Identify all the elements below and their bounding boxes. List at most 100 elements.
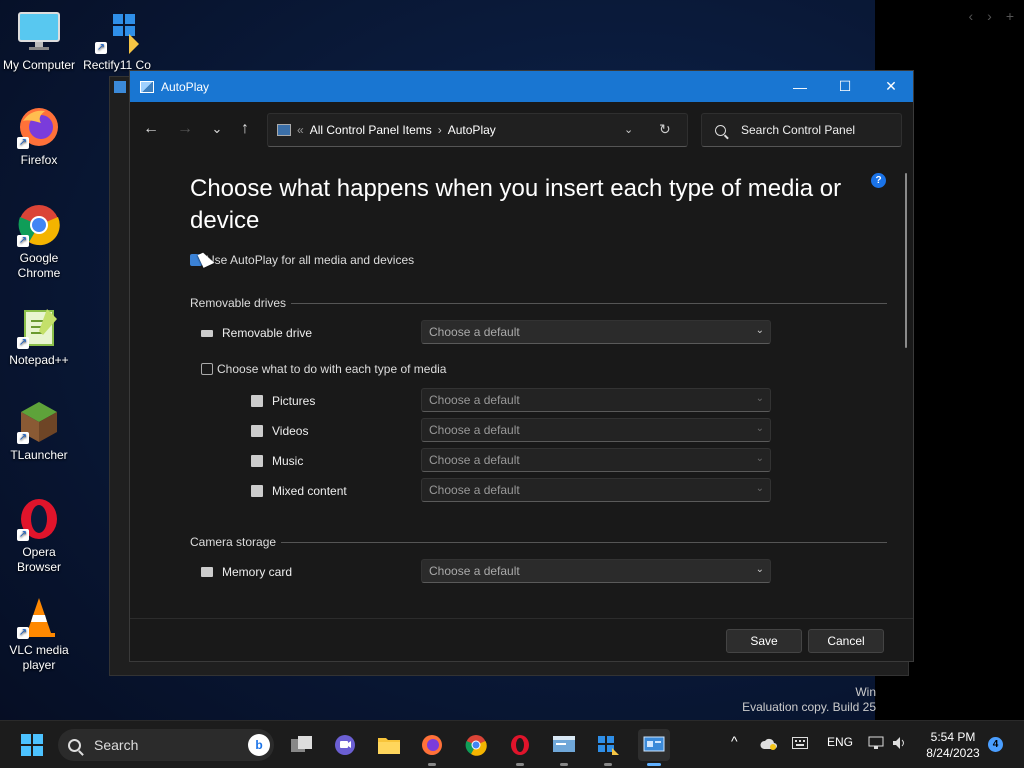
up-arrow-icon[interactable]: ↑ bbox=[234, 118, 256, 140]
taskbar-control-panel[interactable] bbox=[638, 729, 670, 766]
control-panel-icon bbox=[140, 80, 154, 93]
task-view-button[interactable] bbox=[288, 731, 316, 759]
memory-card-row: Memory card bbox=[201, 565, 292, 579]
recent-locations-icon[interactable]: ⌄ bbox=[206, 118, 228, 140]
back-arrow-icon[interactable]: ← bbox=[140, 118, 162, 140]
chevron-down-icon: ⌄ bbox=[755, 453, 764, 464]
start-button[interactable] bbox=[18, 731, 46, 759]
music-select[interactable]: Choose a default ⌄ bbox=[421, 448, 771, 472]
search-placeholder: Search Control Panel bbox=[741, 123, 856, 137]
desktop-icon-label: Firefox bbox=[20, 153, 58, 167]
videos-icon bbox=[251, 425, 263, 437]
pictures-select[interactable]: Choose a default ⌄ bbox=[421, 388, 771, 412]
strip-forward-icon[interactable]: › bbox=[987, 8, 992, 24]
per-media-checkbox[interactable] bbox=[201, 363, 213, 375]
vertical-scrollbar[interactable] bbox=[905, 173, 907, 348]
select-value: Choose a default bbox=[429, 453, 520, 467]
use-autoplay-label: Use AutoPlay for all media and devices bbox=[206, 253, 415, 267]
desktop-icon-firefox[interactable]: ↗ Firefox bbox=[0, 105, 78, 168]
desktop-icon-label: My Computer bbox=[2, 58, 76, 72]
taskbar-search-label: Search bbox=[94, 737, 139, 753]
volume-icon[interactable] bbox=[892, 736, 908, 753]
forward-arrow-icon[interactable]: → bbox=[174, 118, 196, 140]
removable-drive-select[interactable]: Choose a default ⌄ bbox=[421, 320, 771, 344]
select-value: Choose a default bbox=[429, 483, 520, 497]
select-value: Choose a default bbox=[429, 564, 520, 578]
firefox-icon bbox=[422, 735, 442, 755]
dialog-footer: Save Cancel bbox=[130, 618, 913, 661]
taskbar-rectify11[interactable] bbox=[594, 731, 622, 766]
desktop-icon-label: Opera Browser bbox=[16, 545, 61, 574]
desktop-icon-rectify11[interactable]: ↗ Rectify11 Co bbox=[78, 10, 156, 73]
address-bar[interactable]: « All Control Panel Items › AutoPlay ⌄ ↻ bbox=[267, 113, 688, 147]
chevron-down-icon: ⌄ bbox=[755, 423, 764, 434]
opera-icon: ↗ bbox=[17, 497, 61, 541]
breadcrumb-all-items[interactable]: All Control Panel Items bbox=[310, 123, 432, 137]
cancel-button[interactable]: Cancel bbox=[808, 629, 884, 653]
shortcut-arrow-icon: ↗ bbox=[17, 432, 29, 444]
strip-back-icon[interactable]: ‹ bbox=[968, 8, 973, 24]
windows-logo-icon bbox=[21, 734, 43, 756]
videos-select[interactable]: Choose a default ⌄ bbox=[421, 418, 771, 442]
select-value: Choose a default bbox=[429, 325, 520, 339]
autoplay-window: AutoPlay — ☐ ✕ ← → ⌄ ↑ « All Control Pan… bbox=[129, 70, 914, 662]
close-button[interactable]: ✕ bbox=[868, 71, 914, 102]
per-media-checkbox-row[interactable]: Choose what to do with each type of medi… bbox=[201, 362, 446, 376]
bing-icon[interactable]: b bbox=[248, 734, 270, 756]
clock-date: 8/24/2023 bbox=[926, 746, 980, 760]
onedrive-icon[interactable] bbox=[760, 737, 778, 754]
taskbar-search[interactable]: Search b bbox=[58, 729, 274, 761]
search-control-panel-input[interactable]: Search Control Panel bbox=[701, 113, 902, 147]
task-view-icon bbox=[291, 736, 312, 752]
chevron-down-icon: ⌄ bbox=[755, 483, 764, 494]
save-button[interactable]: Save bbox=[726, 629, 802, 653]
strip-add-icon[interactable]: + bbox=[1006, 8, 1014, 24]
control-panel-icon bbox=[277, 124, 291, 136]
taskbar-file-explorer[interactable] bbox=[375, 731, 403, 759]
taskbar-firefox[interactable] bbox=[418, 731, 446, 766]
shortcut-arrow-icon: ↗ bbox=[95, 42, 107, 54]
media-row-mixed: Mixed content bbox=[251, 484, 347, 498]
removable-drive-row: Removable drive bbox=[201, 326, 312, 340]
active-indicator bbox=[647, 763, 661, 766]
watermark-line2: Evaluation copy. Build 25 bbox=[742, 700, 876, 714]
camera-icon bbox=[201, 567, 213, 577]
notification-badge[interactable]: 4 bbox=[988, 737, 1003, 752]
vlc-cone-icon: ↗ bbox=[17, 595, 61, 639]
chevron-down-icon: ⌄ bbox=[755, 564, 764, 575]
breadcrumb-autoplay[interactable]: AutoPlay bbox=[448, 123, 496, 137]
address-dropdown-icon[interactable]: ⌄ bbox=[624, 123, 633, 136]
desktop-icon-tlauncher[interactable]: ↗ TLauncher bbox=[0, 400, 78, 463]
desktop-icon-label: VLC media player bbox=[9, 643, 69, 672]
keyboard-icon[interactable] bbox=[792, 737, 808, 752]
network-icon[interactable] bbox=[868, 736, 884, 753]
taskbar-chat[interactable] bbox=[331, 731, 359, 759]
memory-card-select[interactable]: Choose a default ⌄ bbox=[421, 559, 771, 583]
breadcrumb-overflow[interactable]: « bbox=[297, 123, 304, 137]
minimize-button[interactable]: — bbox=[777, 71, 823, 102]
taskbar-chrome[interactable] bbox=[462, 731, 490, 759]
desktop-icon-my-computer[interactable]: My Computer bbox=[0, 10, 78, 73]
taskbar-app-window[interactable] bbox=[550, 731, 578, 766]
title-bar[interactable]: AutoPlay — ☐ ✕ bbox=[130, 71, 913, 102]
refresh-icon[interactable]: ↻ bbox=[659, 121, 671, 138]
system-clock[interactable]: 5:54 PM 8/24/2023 bbox=[920, 729, 986, 761]
desktop-icon-notepadpp[interactable]: ↗ Notepad++ bbox=[0, 305, 78, 368]
chat-icon bbox=[335, 735, 355, 755]
desktop-icon-label: Notepad++ bbox=[9, 353, 69, 367]
use-autoplay-checkbox-row[interactable]: Use AutoPlay for all media and devices bbox=[190, 253, 414, 267]
mixed-content-select[interactable]: Choose a default ⌄ bbox=[421, 478, 771, 502]
maximize-button[interactable]: ☐ bbox=[822, 71, 868, 102]
desktop-icon-vlc[interactable]: ↗ VLC media player bbox=[0, 595, 78, 673]
watermark-line1: Win bbox=[855, 685, 876, 699]
desktop-icon-chrome[interactable]: ↗ Google Chrome bbox=[0, 203, 78, 281]
language-indicator[interactable]: ENG bbox=[827, 735, 853, 749]
desktop-icon-opera[interactable]: ↗ Opera Browser bbox=[0, 497, 78, 575]
removable-drives-section: Removable drives bbox=[190, 296, 887, 310]
shortcut-arrow-icon: ↗ bbox=[17, 627, 29, 639]
opera-icon bbox=[511, 735, 529, 755]
tray-overflow-icon[interactable]: ^ bbox=[731, 733, 738, 749]
divider bbox=[281, 541, 887, 543]
media-row-pictures: Pictures bbox=[251, 394, 315, 408]
taskbar-opera[interactable] bbox=[506, 731, 534, 766]
